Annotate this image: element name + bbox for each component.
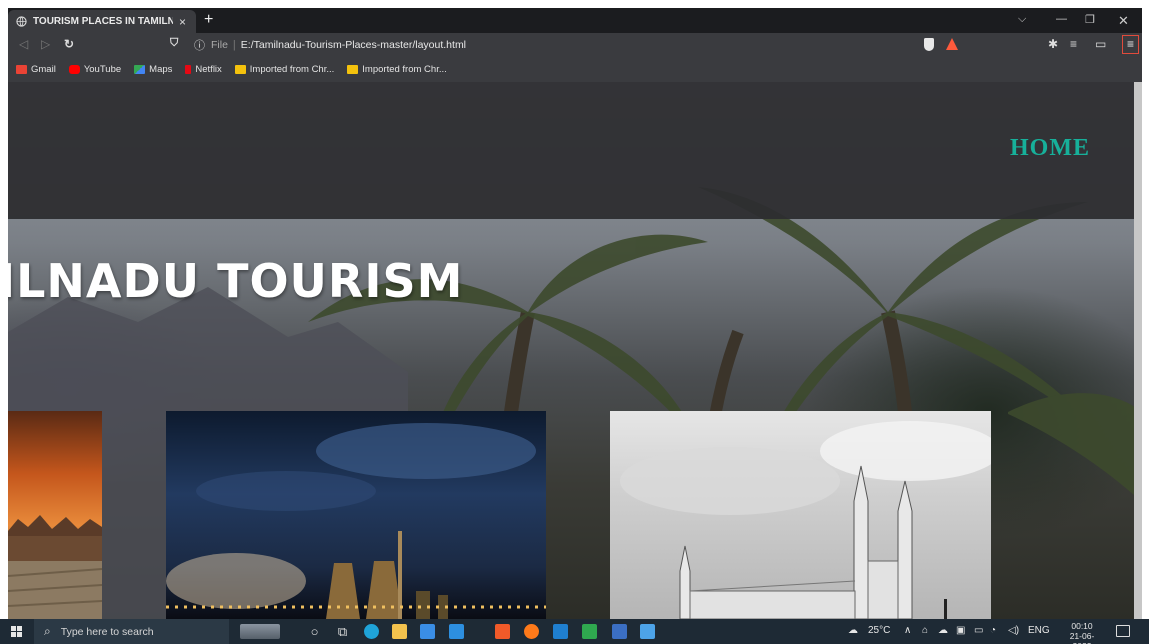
taskbar-search-box[interactable]: ⌕ Type here to search bbox=[34, 619, 229, 644]
bookmark-icon[interactable]: ⛉ bbox=[170, 37, 178, 50]
gallery-image-power-plant[interactable] bbox=[166, 411, 546, 619]
show-hidden-icons-icon[interactable]: ∧ bbox=[904, 625, 911, 636]
search-icon: ⌕ bbox=[44, 624, 51, 638]
folder-icon bbox=[234, 65, 246, 74]
taskbar-search-placeholder: Type here to search bbox=[60, 625, 154, 638]
site-header: HOME bbox=[8, 82, 1134, 219]
notification-center-icon[interactable] bbox=[1116, 625, 1130, 637]
browser-toolbar: ◁ ▷ ↻ ⛉ ⓘ File | E:/Tamilnadu-Tourism-Pl… bbox=[8, 33, 1142, 57]
netflix-icon bbox=[185, 65, 192, 74]
address-bar[interactable]: ⓘ File | E:/Tamilnadu-Tourism-Places-mas… bbox=[194, 36, 979, 54]
info-icon[interactable]: ⓘ bbox=[194, 37, 205, 53]
brave-shields-icon[interactable] bbox=[924, 38, 934, 51]
tray-usb-icon[interactable]: ⌂ bbox=[922, 625, 928, 636]
onedrive-icon[interactable]: ☁ bbox=[938, 625, 948, 636]
power-plant-photo bbox=[166, 423, 546, 619]
address-url[interactable]: E:/Tamilnadu-Tourism-Places-master/layou… bbox=[241, 39, 466, 51]
close-tab-icon[interactable]: × bbox=[179, 15, 186, 29]
windows-taskbar: ⌕ Type here to search ○ ⧉ ☁ 25°C ∧ ⌂ ☁ ▣… bbox=[0, 619, 1149, 644]
address-separator: | bbox=[232, 39, 236, 51]
youtube-icon bbox=[68, 65, 80, 74]
church-photo bbox=[620, 421, 991, 619]
tab-tourism-places[interactable]: TOURISM PLACES IN TAMILNADU × bbox=[8, 10, 196, 33]
restore-icon[interactable]: ❐ bbox=[1085, 13, 1095, 26]
microsoft-store-icon[interactable] bbox=[420, 624, 435, 639]
taskbar-clock[interactable]: 00:10 21-06-2022 bbox=[1062, 621, 1102, 644]
temple-photo bbox=[8, 515, 102, 619]
gallery-image-temple[interactable] bbox=[8, 411, 102, 619]
folder-icon bbox=[347, 65, 359, 74]
globe-icon bbox=[16, 16, 27, 27]
reload-icon[interactable]: ↻ bbox=[64, 37, 74, 51]
wifi-icon[interactable]: ◔ bbox=[990, 625, 996, 636]
gmail-icon bbox=[16, 65, 27, 74]
weather-icon[interactable]: ☁ bbox=[848, 625, 858, 636]
clock-time: 00:10 bbox=[1071, 621, 1093, 631]
forward-icon[interactable]: ▷ bbox=[41, 37, 50, 51]
close-window-icon[interactable]: ✕ bbox=[1118, 13, 1129, 29]
screen: TOURISM PLACES IN TAMILNADU × + ⌵ — ❐ ✕ … bbox=[0, 0, 1149, 644]
blue-app-icon[interactable] bbox=[612, 624, 627, 639]
cropped-top-strip bbox=[0, 0, 1149, 8]
bookmark-maps[interactable]: Maps bbox=[134, 64, 172, 75]
windows-start-icon[interactable] bbox=[11, 626, 22, 637]
language-indicator[interactable]: ENG bbox=[1028, 625, 1050, 636]
tab-search-chevron-icon[interactable]: ⌵ bbox=[1018, 13, 1026, 26]
firefox-icon[interactable] bbox=[524, 624, 539, 639]
nav-home-link[interactable]: HOME bbox=[1010, 135, 1090, 162]
web-page: HOME ILNADU TOURISM bbox=[8, 82, 1142, 619]
wallet-icon[interactable]: ▭ bbox=[1095, 37, 1106, 51]
menu-icon[interactable]: ≡ bbox=[1122, 35, 1139, 54]
bookmark-label: Imported from Chr... bbox=[362, 64, 447, 75]
file-explorer-icon[interactable] bbox=[392, 624, 407, 639]
cortana-icon[interactable]: ○ bbox=[307, 624, 322, 639]
bookmark-label: Imported from Chr... bbox=[249, 64, 335, 75]
green-app-icon[interactable] bbox=[582, 624, 597, 639]
brave-browser-icon[interactable] bbox=[495, 624, 510, 639]
bookmark-label: Netflix bbox=[195, 64, 222, 75]
tab-title: TOURISM PLACES IN TAMILNADU bbox=[33, 16, 173, 27]
page-scrollbar[interactable] bbox=[1134, 82, 1142, 619]
hero-title: ILNADU TOURISM bbox=[8, 254, 464, 308]
bookmark-folder-imported-1[interactable]: Imported from Chr... bbox=[234, 64, 335, 75]
bookmark-label: Maps bbox=[149, 64, 173, 75]
clock-date: 21-06-2022 bbox=[1069, 631, 1095, 644]
taj-mahal-search-highlight-icon[interactable] bbox=[240, 624, 280, 639]
edge-icon[interactable] bbox=[364, 624, 379, 639]
back-icon[interactable]: ◁ bbox=[19, 37, 28, 51]
browser-tab-bar: TOURISM PLACES IN TAMILNADU × + ⌵ — ❐ ✕ bbox=[8, 8, 1142, 33]
bookmarks-bar: Gmail YouTube Maps Netflix Imported from… bbox=[8, 57, 1142, 82]
bookmark-label: Gmail bbox=[31, 64, 56, 75]
volume-icon[interactable]: ◁) bbox=[1008, 625, 1019, 636]
mail-icon[interactable] bbox=[449, 624, 464, 639]
address-scheme-label: File bbox=[211, 39, 228, 51]
vscode-icon[interactable] bbox=[553, 624, 568, 639]
tray-display-icon[interactable]: ▣ bbox=[956, 625, 965, 636]
photos-icon[interactable] bbox=[640, 624, 655, 639]
bookmark-label: YouTube bbox=[83, 64, 122, 75]
gallery-image-church[interactable] bbox=[610, 411, 991, 619]
task-view-icon[interactable]: ⧉ bbox=[335, 624, 350, 639]
extensions-icon[interactable]: ✱ bbox=[1048, 37, 1058, 51]
reading-list-icon[interactable]: ≡ bbox=[1070, 37, 1077, 51]
bookmark-youtube[interactable]: YouTube bbox=[68, 64, 122, 75]
brave-rewards-icon[interactable] bbox=[946, 38, 958, 50]
bookmark-folder-imported-2[interactable]: Imported from Chr... bbox=[347, 64, 447, 75]
minimize-icon[interactable]: — bbox=[1056, 13, 1067, 25]
maps-icon bbox=[134, 65, 146, 74]
weather-temperature[interactable]: 25°C bbox=[868, 625, 890, 636]
bookmark-gmail[interactable]: Gmail bbox=[16, 64, 56, 75]
new-tab-button[interactable]: + bbox=[204, 11, 213, 29]
battery-icon[interactable]: ▭ bbox=[974, 625, 983, 636]
bookmark-netflix[interactable]: Netflix bbox=[185, 64, 222, 75]
